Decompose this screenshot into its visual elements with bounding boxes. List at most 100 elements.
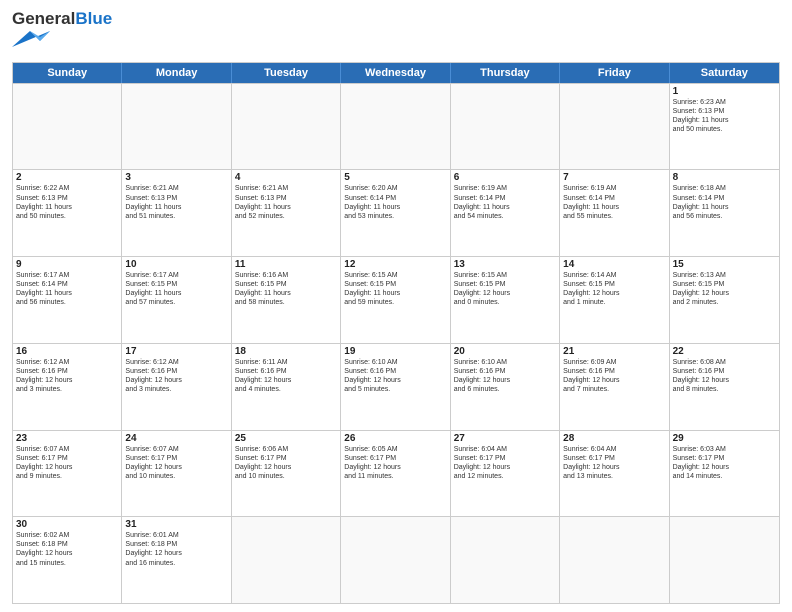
calendar-row-1: 1Sunrise: 6:23 AM Sunset: 6:13 PM Daylig… — [13, 83, 779, 170]
empty-cell-r0c0 — [13, 84, 122, 170]
empty-cell-r0c2 — [232, 84, 341, 170]
empty-cell-r0c5 — [560, 84, 669, 170]
day-info-8: Sunrise: 6:18 AM Sunset: 6:14 PM Dayligh… — [673, 184, 776, 220]
calendar-row-3: 9Sunrise: 6:17 AM Sunset: 6:14 PM Daylig… — [13, 256, 779, 343]
weekday-header-friday: Friday — [560, 63, 669, 83]
day-number-23: 23 — [16, 433, 118, 444]
calendar-body: 1Sunrise: 6:23 AM Sunset: 6:13 PM Daylig… — [13, 83, 779, 603]
calendar: SundayMondayTuesdayWednesdayThursdayFrid… — [12, 62, 780, 604]
day-number-21: 21 — [563, 346, 665, 357]
day-cell-9: 9Sunrise: 6:17 AM Sunset: 6:14 PM Daylig… — [13, 257, 122, 343]
day-info-22: Sunrise: 6:08 AM Sunset: 6:16 PM Dayligh… — [673, 358, 776, 394]
day-number-31: 31 — [125, 519, 227, 530]
day-number-17: 17 — [125, 346, 227, 357]
day-info-5: Sunrise: 6:20 AM Sunset: 6:14 PM Dayligh… — [344, 184, 446, 220]
day-cell-19: 19Sunrise: 6:10 AM Sunset: 6:16 PM Dayli… — [341, 344, 450, 430]
day-info-20: Sunrise: 6:10 AM Sunset: 6:16 PM Dayligh… — [454, 358, 556, 394]
day-cell-26: 26Sunrise: 6:05 AM Sunset: 6:17 PM Dayli… — [341, 431, 450, 517]
day-info-21: Sunrise: 6:09 AM Sunset: 6:16 PM Dayligh… — [563, 358, 665, 394]
day-number-28: 28 — [563, 433, 665, 444]
day-cell-23: 23Sunrise: 6:07 AM Sunset: 6:17 PM Dayli… — [13, 431, 122, 517]
empty-cell-r5c4 — [451, 517, 560, 603]
day-number-3: 3 — [125, 172, 227, 183]
weekday-header-thursday: Thursday — [451, 63, 560, 83]
empty-cell-r5c3 — [341, 517, 450, 603]
weekday-header-saturday: Saturday — [670, 63, 779, 83]
day-cell-24: 24Sunrise: 6:07 AM Sunset: 6:17 PM Dayli… — [122, 431, 231, 517]
day-info-30: Sunrise: 6:02 AM Sunset: 6:18 PM Dayligh… — [16, 531, 118, 567]
day-number-13: 13 — [454, 259, 556, 270]
day-number-29: 29 — [673, 433, 776, 444]
day-number-8: 8 — [673, 172, 776, 183]
day-info-14: Sunrise: 6:14 AM Sunset: 6:15 PM Dayligh… — [563, 271, 665, 307]
day-number-10: 10 — [125, 259, 227, 270]
day-number-24: 24 — [125, 433, 227, 444]
day-cell-12: 12Sunrise: 6:15 AM Sunset: 6:15 PM Dayli… — [341, 257, 450, 343]
day-cell-15: 15Sunrise: 6:13 AM Sunset: 6:15 PM Dayli… — [670, 257, 779, 343]
day-cell-7: 7Sunrise: 6:19 AM Sunset: 6:14 PM Daylig… — [560, 170, 669, 256]
day-number-26: 26 — [344, 433, 446, 444]
day-info-2: Sunrise: 6:22 AM Sunset: 6:13 PM Dayligh… — [16, 184, 118, 220]
day-cell-17: 17Sunrise: 6:12 AM Sunset: 6:16 PM Dayli… — [122, 344, 231, 430]
day-cell-13: 13Sunrise: 6:15 AM Sunset: 6:15 PM Dayli… — [451, 257, 560, 343]
day-cell-16: 16Sunrise: 6:12 AM Sunset: 6:16 PM Dayli… — [13, 344, 122, 430]
day-cell-14: 14Sunrise: 6:14 AM Sunset: 6:15 PM Dayli… — [560, 257, 669, 343]
day-number-19: 19 — [344, 346, 446, 357]
logo-icon — [12, 29, 52, 49]
day-number-20: 20 — [454, 346, 556, 357]
day-number-1: 1 — [673, 86, 776, 97]
calendar-row-4: 16Sunrise: 6:12 AM Sunset: 6:16 PM Dayli… — [13, 343, 779, 430]
day-number-6: 6 — [454, 172, 556, 183]
empty-cell-r5c5 — [560, 517, 669, 603]
day-cell-21: 21Sunrise: 6:09 AM Sunset: 6:16 PM Dayli… — [560, 344, 669, 430]
header: GeneralBlue — [12, 10, 780, 54]
day-cell-5: 5Sunrise: 6:20 AM Sunset: 6:14 PM Daylig… — [341, 170, 450, 256]
day-number-11: 11 — [235, 259, 337, 270]
weekday-header-wednesday: Wednesday — [341, 63, 450, 83]
day-info-23: Sunrise: 6:07 AM Sunset: 6:17 PM Dayligh… — [16, 445, 118, 481]
empty-cell-r0c1 — [122, 84, 231, 170]
day-number-9: 9 — [16, 259, 118, 270]
empty-cell-r5c6 — [670, 517, 779, 603]
day-info-9: Sunrise: 6:17 AM Sunset: 6:14 PM Dayligh… — [16, 271, 118, 307]
day-cell-2: 2Sunrise: 6:22 AM Sunset: 6:13 PM Daylig… — [13, 170, 122, 256]
logo-blue: Blue — [75, 9, 112, 28]
day-info-26: Sunrise: 6:05 AM Sunset: 6:17 PM Dayligh… — [344, 445, 446, 481]
day-number-16: 16 — [16, 346, 118, 357]
day-info-3: Sunrise: 6:21 AM Sunset: 6:13 PM Dayligh… — [125, 184, 227, 220]
day-cell-22: 22Sunrise: 6:08 AM Sunset: 6:16 PM Dayli… — [670, 344, 779, 430]
day-number-25: 25 — [235, 433, 337, 444]
day-number-5: 5 — [344, 172, 446, 183]
day-cell-3: 3Sunrise: 6:21 AM Sunset: 6:13 PM Daylig… — [122, 170, 231, 256]
day-number-30: 30 — [16, 519, 118, 530]
day-info-29: Sunrise: 6:03 AM Sunset: 6:17 PM Dayligh… — [673, 445, 776, 481]
day-info-16: Sunrise: 6:12 AM Sunset: 6:16 PM Dayligh… — [16, 358, 118, 394]
day-info-11: Sunrise: 6:16 AM Sunset: 6:15 PM Dayligh… — [235, 271, 337, 307]
day-info-7: Sunrise: 6:19 AM Sunset: 6:14 PM Dayligh… — [563, 184, 665, 220]
day-cell-8: 8Sunrise: 6:18 AM Sunset: 6:14 PM Daylig… — [670, 170, 779, 256]
day-info-31: Sunrise: 6:01 AM Sunset: 6:18 PM Dayligh… — [125, 531, 227, 567]
weekday-header-tuesday: Tuesday — [232, 63, 341, 83]
day-number-27: 27 — [454, 433, 556, 444]
day-info-13: Sunrise: 6:15 AM Sunset: 6:15 PM Dayligh… — [454, 271, 556, 307]
day-number-15: 15 — [673, 259, 776, 270]
day-info-19: Sunrise: 6:10 AM Sunset: 6:16 PM Dayligh… — [344, 358, 446, 394]
day-cell-20: 20Sunrise: 6:10 AM Sunset: 6:16 PM Dayli… — [451, 344, 560, 430]
day-cell-25: 25Sunrise: 6:06 AM Sunset: 6:17 PM Dayli… — [232, 431, 341, 517]
weekday-header-sunday: Sunday — [13, 63, 122, 83]
day-info-28: Sunrise: 6:04 AM Sunset: 6:17 PM Dayligh… — [563, 445, 665, 481]
day-cell-28: 28Sunrise: 6:04 AM Sunset: 6:17 PM Dayli… — [560, 431, 669, 517]
day-cell-31: 31Sunrise: 6:01 AM Sunset: 6:18 PM Dayli… — [122, 517, 231, 603]
day-cell-18: 18Sunrise: 6:11 AM Sunset: 6:16 PM Dayli… — [232, 344, 341, 430]
day-number-7: 7 — [563, 172, 665, 183]
day-number-2: 2 — [16, 172, 118, 183]
logo: GeneralBlue — [12, 10, 112, 54]
weekday-header-monday: Monday — [122, 63, 231, 83]
day-info-4: Sunrise: 6:21 AM Sunset: 6:13 PM Dayligh… — [235, 184, 337, 220]
day-info-10: Sunrise: 6:17 AM Sunset: 6:15 PM Dayligh… — [125, 271, 227, 307]
calendar-row-2: 2Sunrise: 6:22 AM Sunset: 6:13 PM Daylig… — [13, 169, 779, 256]
day-info-6: Sunrise: 6:19 AM Sunset: 6:14 PM Dayligh… — [454, 184, 556, 220]
day-number-4: 4 — [235, 172, 337, 183]
day-number-22: 22 — [673, 346, 776, 357]
empty-cell-r5c2 — [232, 517, 341, 603]
